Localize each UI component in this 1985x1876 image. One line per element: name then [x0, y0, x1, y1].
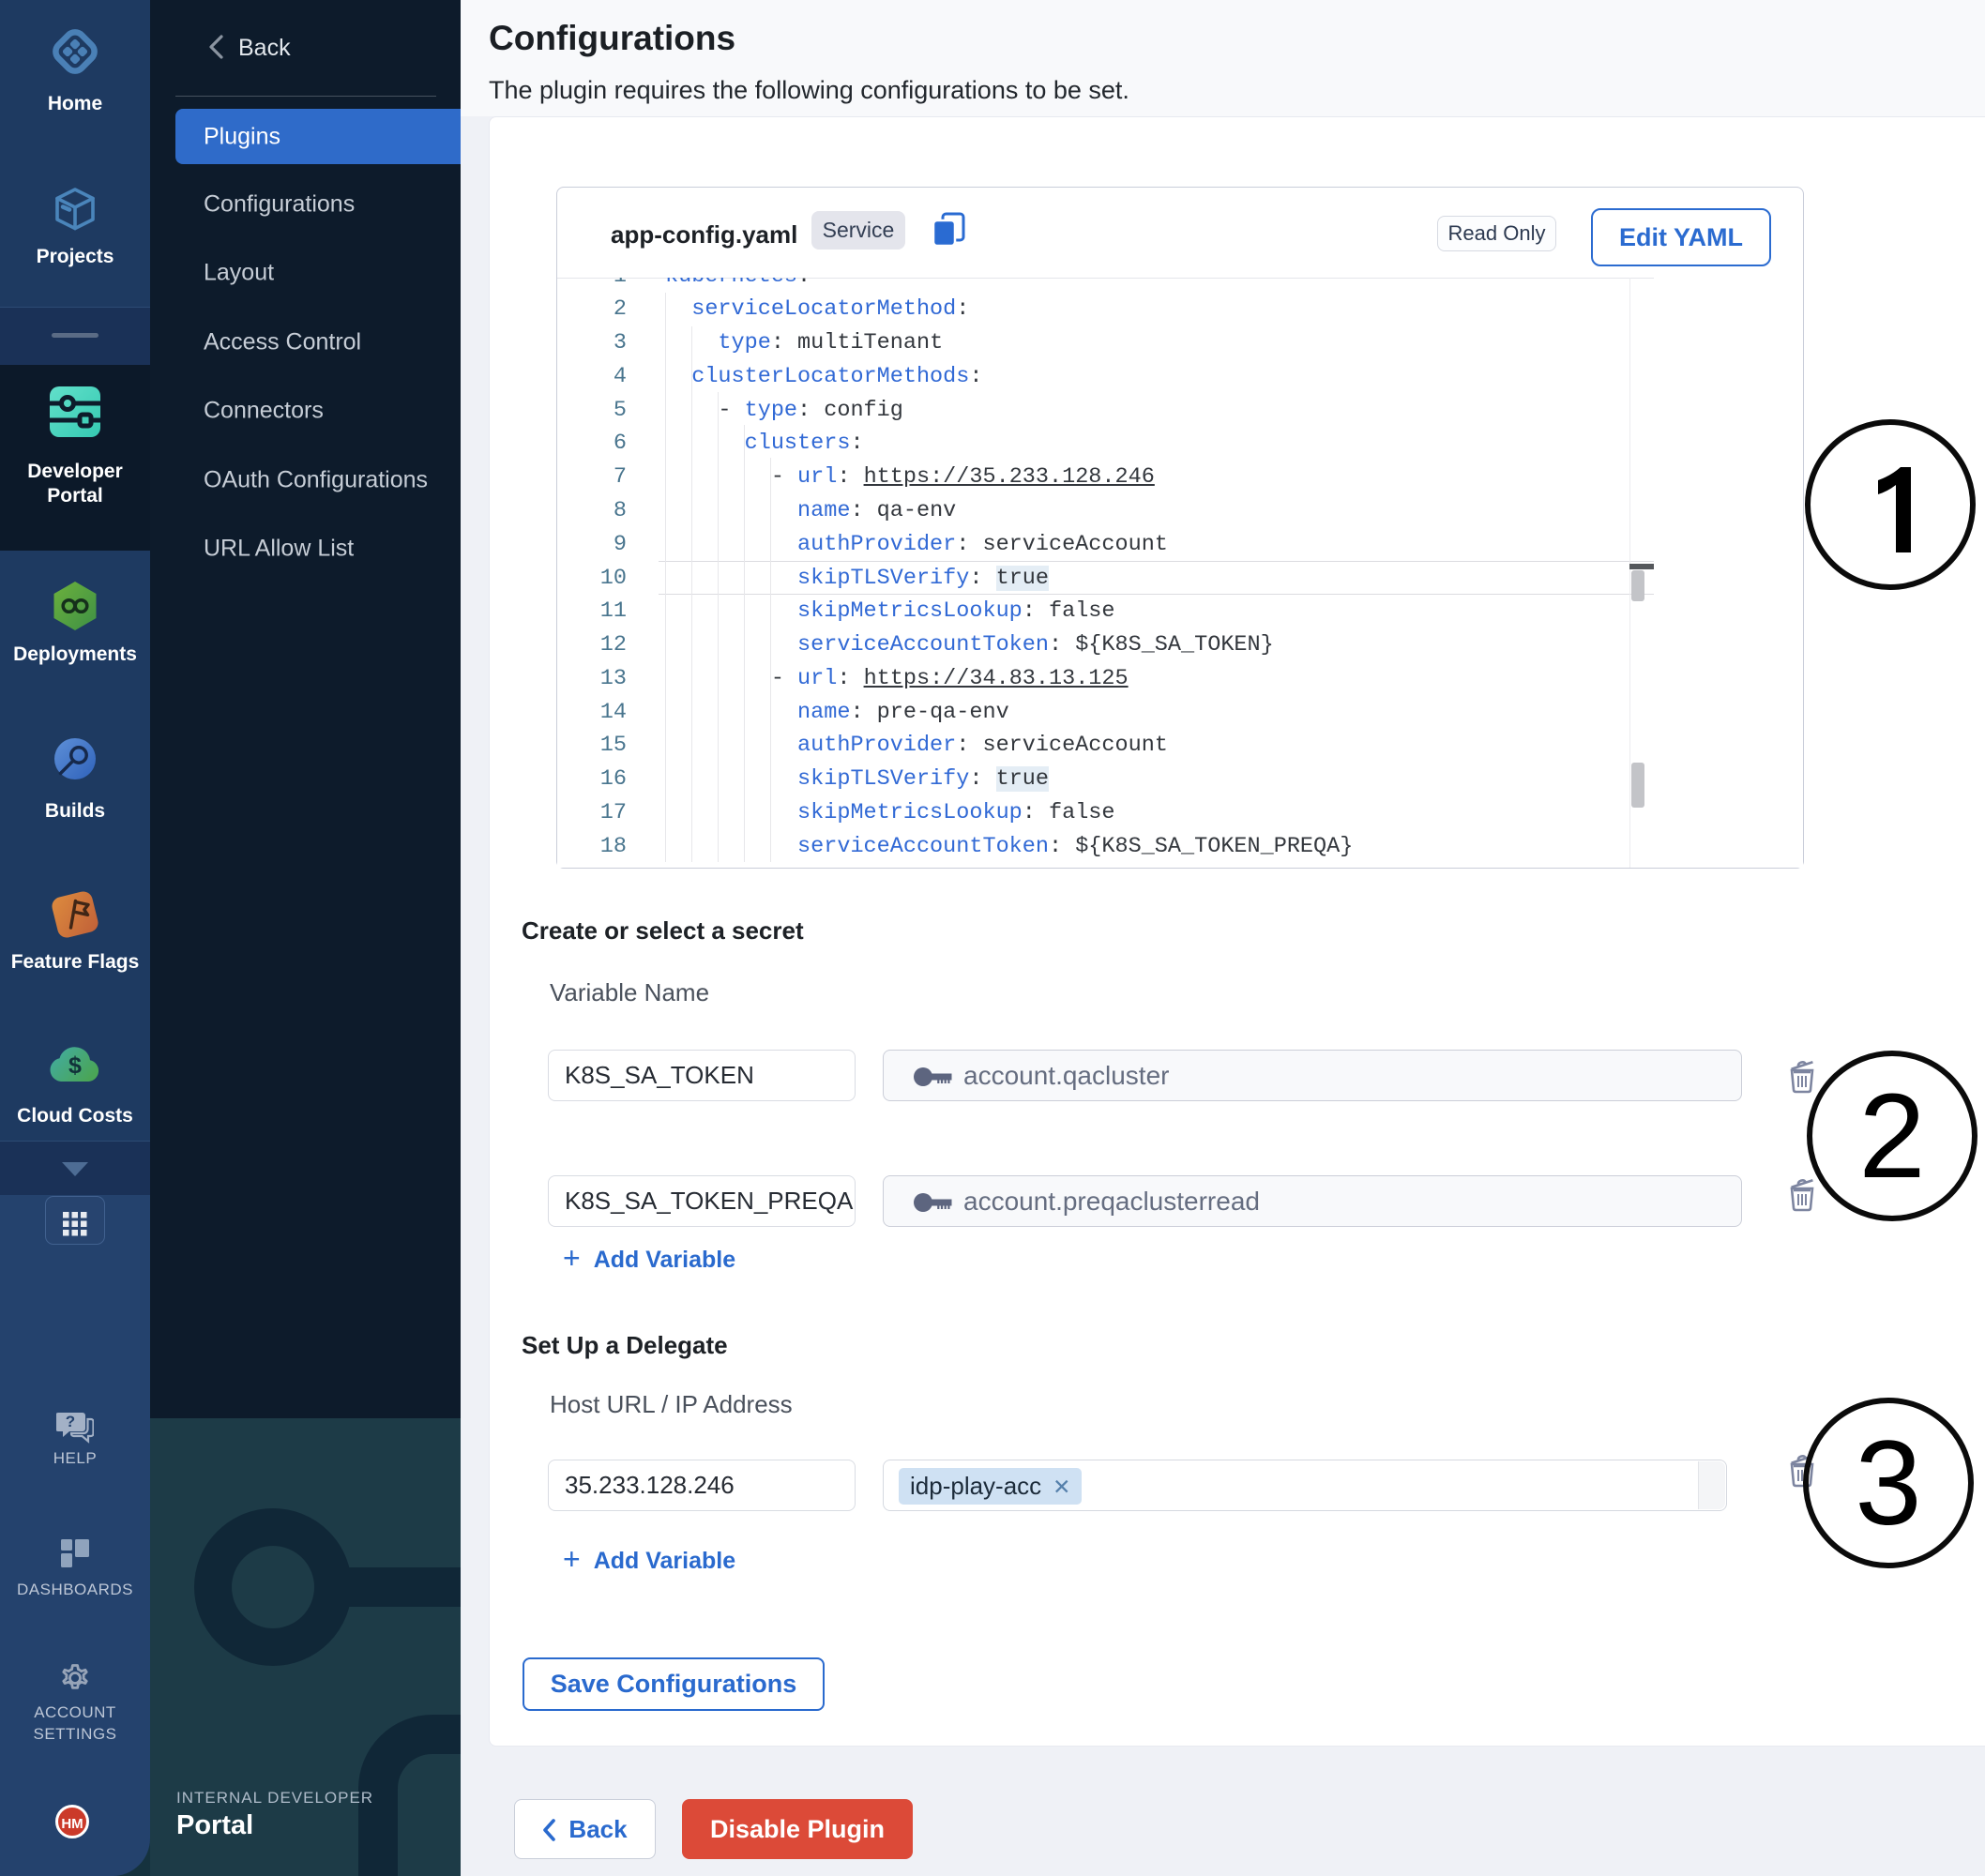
svg-text:$: $ — [68, 1052, 82, 1079]
svg-text:?: ? — [66, 1413, 75, 1430]
